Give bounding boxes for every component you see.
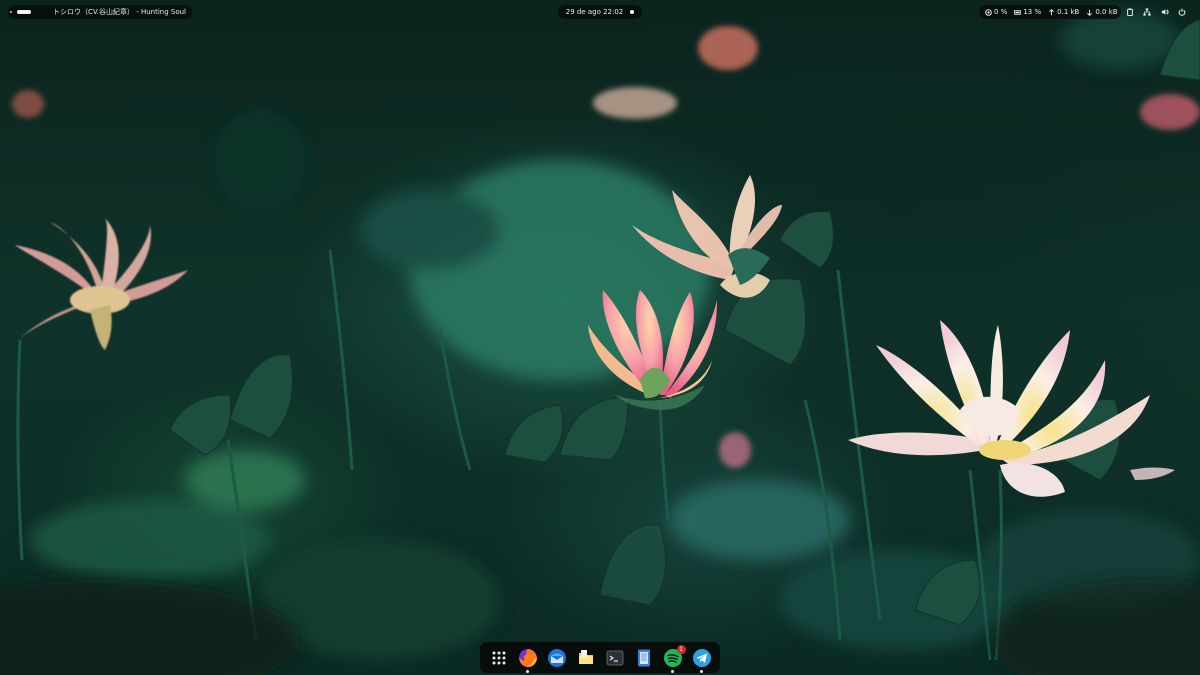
app-grid-icon: [492, 651, 505, 664]
dock-item-terminal[interactable]: [603, 646, 627, 670]
clock-text: 29 de ago 22:02: [565, 8, 624, 16]
network-wired-icon[interactable]: [1143, 8, 1151, 16]
desktop-wallpaper: [0, 0, 1200, 675]
dock-item-app-grid[interactable]: [487, 646, 511, 670]
volume-icon[interactable]: [1161, 8, 1169, 16]
text-editor-icon: [637, 649, 650, 666]
memory-icon: [1014, 9, 1022, 15]
notification-badge: 1: [676, 644, 686, 654]
files-icon: [578, 649, 593, 664]
dock: 1: [480, 642, 720, 673]
notification-dot-icon: [630, 10, 635, 14]
memory-value: 13 %: [1023, 8, 1042, 16]
dock-item-thunderbird[interactable]: [545, 646, 569, 670]
download-value: 0.0 kB: [1095, 8, 1118, 16]
dock-item-firefox[interactable]: [516, 646, 540, 673]
running-indicator: [700, 669, 703, 673]
topbar-left: トシロウ（CV.谷山紀章） - Hunting Soul: [8, 5, 192, 19]
cpu-stat: 0 %: [985, 8, 1007, 16]
firefox-icon: [518, 648, 537, 667]
clipboard-icon[interactable]: [1126, 8, 1134, 16]
download-stat: 0.0 kB: [1086, 8, 1118, 16]
memory-stat: 13 %: [1014, 8, 1041, 16]
download-arrow-icon: [1087, 9, 1093, 16]
media-title[interactable]: トシロウ（CV.谷山紀章） - Hunting Soul: [53, 7, 186, 17]
running-indicator: [526, 669, 529, 673]
thunderbird-icon: [547, 648, 566, 667]
cpu-icon: [985, 8, 992, 16]
terminal-icon: [606, 650, 623, 665]
dock-item-spotify[interactable]: 1: [661, 644, 686, 673]
activities-button[interactable]: [10, 10, 31, 14]
dock-item-files[interactable]: [574, 646, 598, 670]
cpu-value: 0 %: [994, 8, 1008, 16]
upload-stat: 0.1 kB: [1048, 8, 1079, 16]
clock-button[interactable]: 29 de ago 22:02: [558, 5, 642, 19]
system-menu[interactable]: [1120, 5, 1192, 19]
upload-value: 0.1 kB: [1057, 8, 1080, 16]
power-icon[interactable]: [1178, 8, 1186, 16]
running-indicator: [671, 669, 674, 673]
system-monitor[interactable]: 0 % 13 % 0.1 kB 0.0 kB: [979, 5, 1121, 19]
telegram-icon: [692, 648, 711, 667]
dock-item-telegram[interactable]: [690, 646, 714, 673]
dock-item-text-editor[interactable]: [632, 646, 656, 670]
upload-arrow-icon: [1049, 8, 1055, 15]
